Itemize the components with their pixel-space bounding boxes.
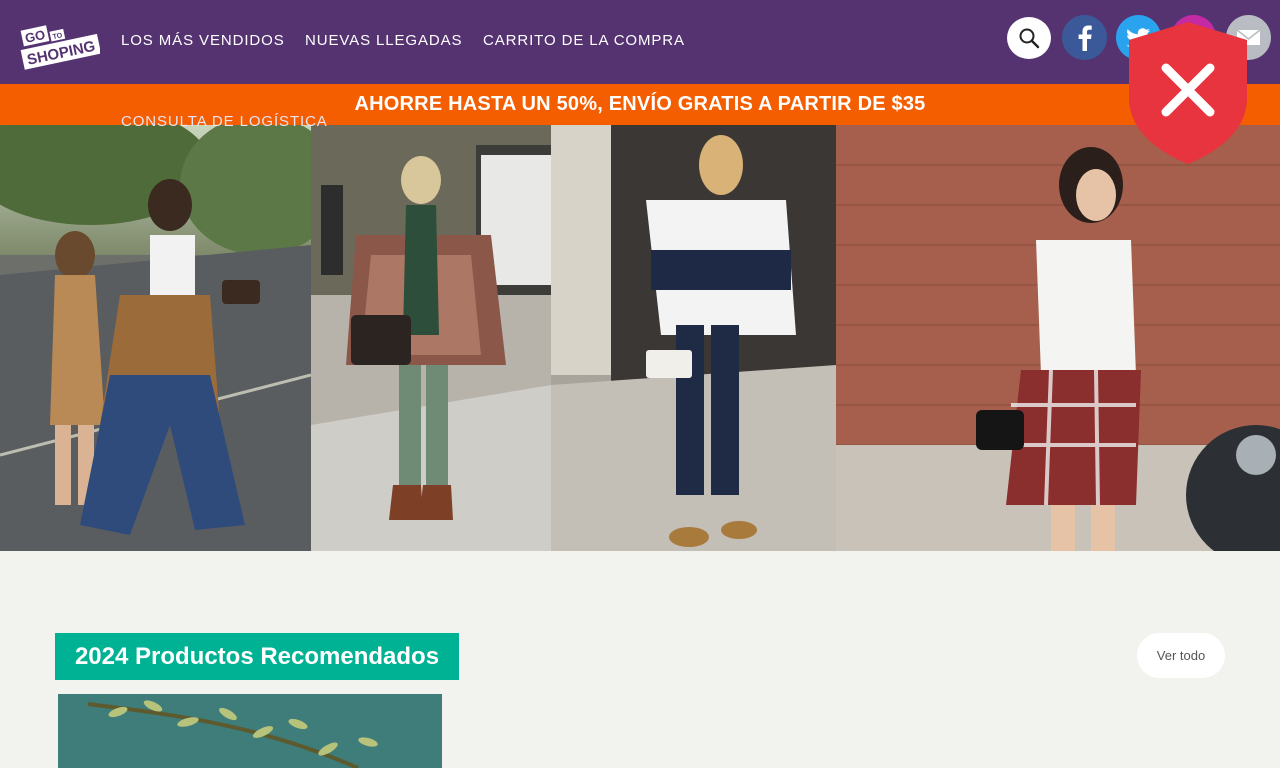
hero-banner[interactable] [0, 125, 1280, 551]
logo-word-go: GO [24, 27, 47, 46]
hero-photo-4 [836, 125, 1280, 551]
facebook-icon [1078, 25, 1092, 51]
search-button[interactable] [1007, 17, 1051, 59]
search-icon [1019, 28, 1040, 49]
nav-logistics-inquiry[interactable]: CONSULTA DE LOGÍSTICA [121, 113, 328, 130]
hero-photo-1 [0, 125, 311, 551]
product-image[interactable] [58, 694, 442, 768]
nav-best-sellers[interactable]: LOS MÁS VENDIDOS [121, 32, 285, 49]
nav-new-arrivals[interactable]: NUEVAS LLEGADAS [305, 32, 462, 49]
hero-photo-2 [311, 125, 551, 551]
view-all-button[interactable]: Ver todo [1137, 633, 1225, 678]
site-logo[interactable]: GO TO SHOPING [18, 15, 102, 71]
nav-shopping-cart[interactable]: CARRITO DE LA COMPRA [483, 32, 685, 49]
security-badge[interactable] [1126, 20, 1250, 166]
site-header: GO TO SHOPING LOS MÁS VENDIDOS NUEVAS LL… [0, 0, 1280, 84]
shield-close-icon [1129, 22, 1247, 164]
section-title: 2024 Productos Recomendados [55, 633, 459, 680]
facebook-button[interactable] [1062, 15, 1107, 60]
hero-photo-3 [551, 125, 836, 551]
